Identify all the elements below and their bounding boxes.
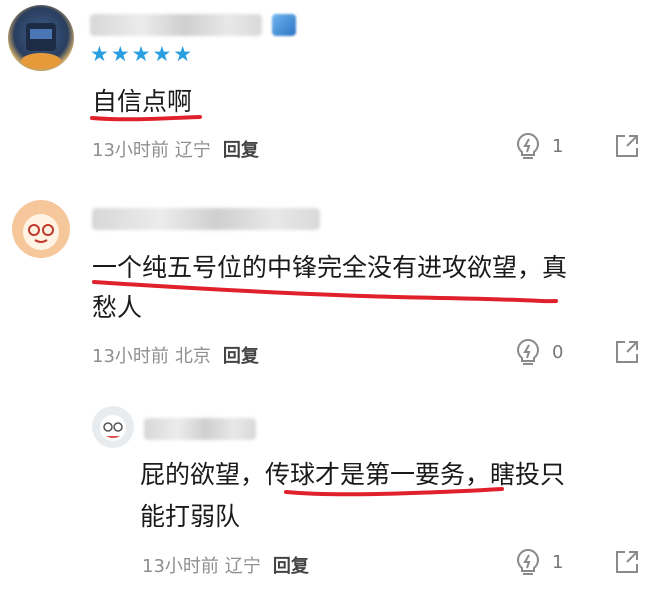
comment-location: 北京 <box>174 346 211 367</box>
reply-button[interactable]: 回复 <box>223 140 259 161</box>
like-count: 1 <box>552 135 564 157</box>
comment-location: 辽宁 <box>224 556 261 577</box>
username-blurred[interactable] <box>144 418 256 440</box>
comment-time: 13小时前 <box>92 346 169 367</box>
share-arrow-icon[interactable] <box>614 339 640 365</box>
comment-text-line-2: 愁人 <box>92 293 143 322</box>
comment-location: 辽宁 <box>174 140 211 161</box>
like-button[interactable]: 1 <box>514 547 563 577</box>
cartoon-avatar-icon <box>23 214 59 250</box>
comment-text-highlight: 传球才是第一要务 <box>265 460 466 489</box>
comment-meta: 13小时前 辽宁 回复 <box>92 136 259 162</box>
avatar[interactable] <box>12 200 70 258</box>
comment-text-line-1: 一个纯五号位的中锋完全没有进攻欲望，真 <box>92 253 568 282</box>
share-arrow-icon[interactable] <box>614 549 640 575</box>
comment-meta: 13小时前 辽宁 回复 <box>142 552 309 578</box>
reply-button[interactable]: 回复 <box>223 346 259 367</box>
comment-time: 13小时前 <box>92 140 169 161</box>
avatar[interactable] <box>92 406 134 448</box>
comment-text-line-2: 能打弱队 <box>140 502 241 531</box>
like-button[interactable]: 0 <box>514 337 563 367</box>
like-count: 0 <box>552 341 564 363</box>
like-button[interactable]: 1 <box>514 131 563 161</box>
comment-text-line-1: 屁的欲望，传球才是第一要务，瞎投只 <box>140 455 565 495</box>
comment-text-segment: ，瞎投只 <box>465 460 566 489</box>
reply-button[interactable]: 回复 <box>273 556 309 577</box>
lightbulb-like-icon <box>517 548 539 575</box>
lightbulb-like-icon <box>517 132 539 159</box>
like-count: 1 <box>552 551 564 573</box>
lightbulb-like-icon <box>517 338 539 365</box>
share-arrow-icon[interactable] <box>614 133 640 159</box>
comment-meta: 13小时前 北京 回复 <box>92 342 259 368</box>
username-blurred[interactable] <box>92 208 320 230</box>
comment-text-segment: 屁的欲望， <box>140 460 266 489</box>
cartoon-avatar-icon <box>100 415 126 441</box>
comment-time: 13小时前 <box>142 556 219 577</box>
